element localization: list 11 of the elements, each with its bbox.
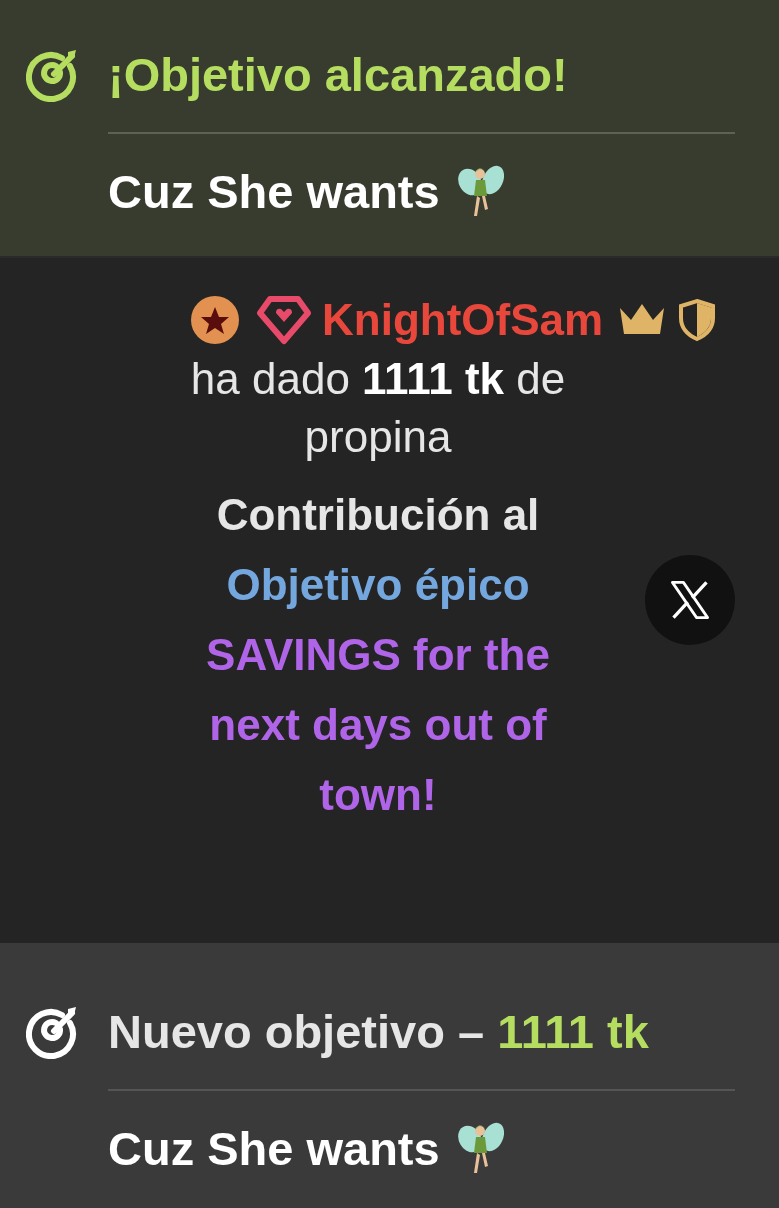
username[interactable]: KnightOfSam <box>322 295 604 345</box>
x-logo-icon <box>668 578 712 622</box>
goal-name: Cuz She wants <box>108 1120 440 1176</box>
shield-icon <box>677 298 718 342</box>
goal-name: Cuz She wants <box>108 163 440 219</box>
tip-message: ha dado 1111 tk de propina <box>190 353 566 463</box>
gem-icon <box>256 295 312 345</box>
contribution-text: Contribución al Objetivo épico SAVINGS for the next days out of town! <box>205 489 551 821</box>
star-badge-icon <box>190 295 240 345</box>
goal-reached-title: ¡Objetivo alcanzado! <box>108 46 568 102</box>
new-goal-title: Nuevo objetivo – 1111 tk <box>108 1003 649 1059</box>
